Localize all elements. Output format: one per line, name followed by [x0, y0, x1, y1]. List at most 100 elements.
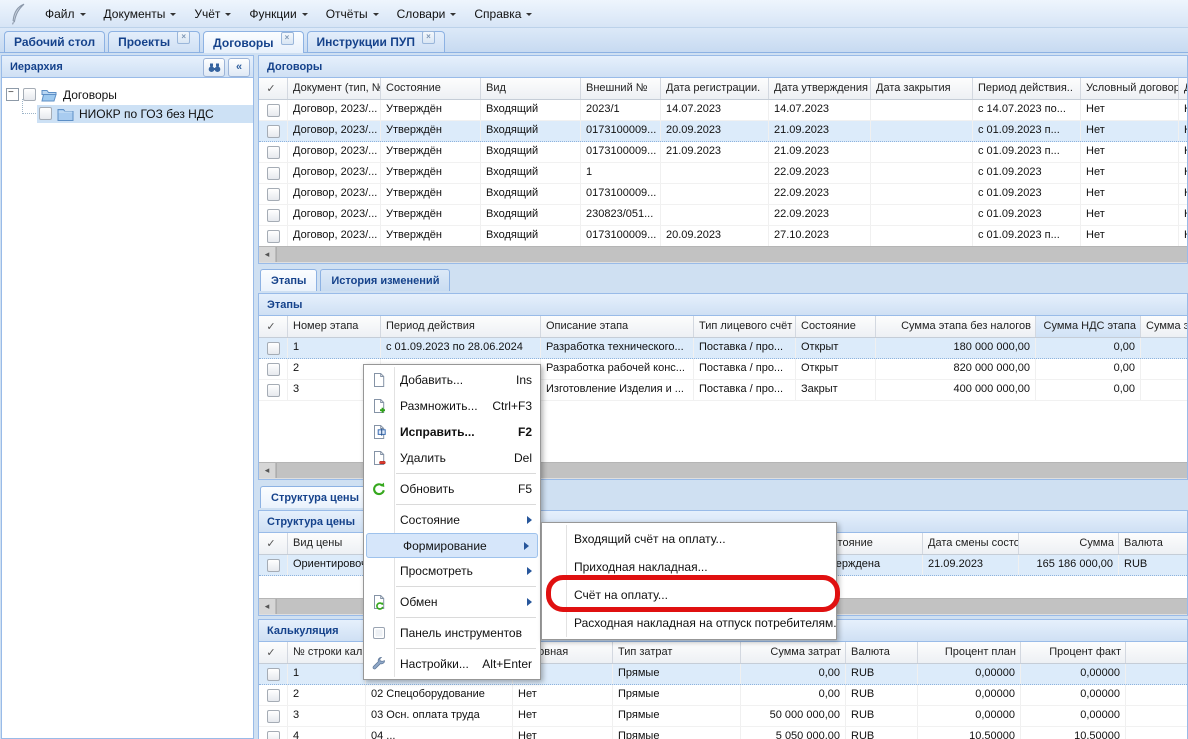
table-row[interactable]: 1с 01.09.2023 по 28.06.2024Разработка те… [259, 338, 1187, 359]
column-header[interactable]: Документ (тип, № [288, 78, 381, 99]
collapse-toggle-icon[interactable] [6, 88, 19, 101]
column-header[interactable]: Дата регистрации. [661, 78, 769, 99]
table-row[interactable]: 303 Осн. оплата трудаНетПрямые50 000 000… [259, 706, 1187, 727]
context-menu-item[interactable]: Формирование [366, 533, 538, 558]
menubar-item[interactable]: Учёт [185, 3, 240, 25]
table-row[interactable]: Договор, 2023/...УтверждёнВходящий017310… [259, 184, 1187, 205]
context-menu-item[interactable]: Размножить...Ctrl+F3 [364, 393, 540, 419]
context-menu-item[interactable]: Состояние [364, 507, 540, 533]
horizontal-scrollbar[interactable]: ◂ [259, 246, 1187, 263]
row-checkbox[interactable] [267, 559, 280, 572]
column-header[interactable]: Дата утверждения [769, 78, 871, 99]
row-checkbox[interactable] [267, 689, 280, 702]
row-checkbox[interactable] [267, 384, 280, 397]
menubar-item[interactable]: Файл [36, 3, 95, 25]
column-header[interactable]: Вид [481, 78, 581, 99]
menubar-item[interactable]: Справка [465, 3, 541, 25]
context-menu-item[interactable]: Обмен [364, 589, 540, 615]
section-tab[interactable]: Этапы [260, 269, 317, 291]
column-header[interactable]: Тип затрат [613, 642, 741, 663]
row-checkbox[interactable] [267, 209, 280, 222]
menubar-item[interactable]: Словари [388, 3, 466, 25]
column-header[interactable]: Дата закрытия [871, 78, 973, 99]
column-header[interactable]: Процент план [918, 642, 1021, 663]
column-header[interactable]: Сумма [1019, 533, 1119, 554]
column-header[interactable]: До [1179, 78, 1187, 99]
row-checkbox[interactable] [267, 188, 280, 201]
tab-close-icon[interactable]: × [281, 32, 294, 45]
row-checkbox[interactable] [267, 104, 280, 117]
row-checkbox[interactable] [267, 668, 280, 681]
row-checkbox[interactable] [267, 125, 280, 138]
submenu-item[interactable]: Входящий счёт на оплату... [542, 525, 836, 553]
table-row[interactable]: Договор, 2023/...УтверждёнВходящий122.09… [259, 163, 1187, 184]
row-checkbox[interactable] [267, 342, 280, 355]
main-tab[interactable]: Договоры× [203, 31, 303, 53]
tree-checkbox[interactable] [39, 107, 52, 120]
column-header[interactable]: ✓ [259, 316, 288, 337]
scroll-left-arrow-icon[interactable]: ◂ [259, 463, 276, 478]
column-header[interactable] [1126, 642, 1187, 663]
row-checkbox[interactable] [267, 710, 280, 723]
tree-node-child[interactable]: НИОКР по ГОЗ без НДС [6, 104, 253, 123]
scrollbar-thumb[interactable] [276, 247, 1187, 262]
column-header[interactable]: № строки кальк... [288, 642, 366, 663]
column-header[interactable]: Процент факт [1021, 642, 1126, 663]
search-binoculars-button[interactable] [203, 58, 225, 77]
menubar-item[interactable]: Отчёты [317, 3, 388, 25]
tree-node-selected[interactable]: НИОКР по ГОЗ без НДС [37, 105, 253, 123]
column-header[interactable]: Сумма затрат [741, 642, 846, 663]
column-header[interactable]: Номер этапа [288, 316, 381, 337]
table-row[interactable]: 202 СпецоборудованиеНетПрямые0,00RUB0,00… [259, 685, 1187, 706]
row-checkbox[interactable] [267, 167, 280, 180]
context-menu-item[interactable]: Настройки...Alt+Enter [364, 651, 540, 677]
context-menu-item[interactable]: ОбновитьF5 [364, 476, 540, 502]
table-row[interactable]: Договор, 2023/...УтверждёнВходящий017310… [259, 121, 1187, 142]
row-checkbox[interactable] [267, 146, 280, 159]
row-checkbox[interactable] [267, 731, 280, 739]
column-header[interactable]: Сумма НДС этапа [1036, 316, 1141, 337]
column-header[interactable]: Состояние [381, 78, 481, 99]
context-menu-item[interactable]: Панель инструментов [364, 620, 540, 646]
column-header[interactable]: Период действия.. [973, 78, 1081, 99]
column-header[interactable]: Сумма этапа без налогов [876, 316, 1036, 337]
column-header[interactable]: Валюта [846, 642, 918, 663]
main-tab[interactable]: Инструкции ПУП× [307, 31, 445, 52]
scroll-left-arrow-icon[interactable]: ◂ [259, 247, 276, 262]
column-header[interactable]: Тип лицевого счёт [694, 316, 796, 337]
submenu-item[interactable]: Расходная накладная на отпуск потребител… [542, 609, 836, 637]
column-header[interactable]: Состояние [796, 316, 876, 337]
menubar-item[interactable]: Функции [240, 3, 316, 25]
column-header[interactable]: Валюта [1119, 533, 1187, 554]
collapse-panel-button[interactable]: « [228, 58, 250, 77]
column-header[interactable]: Внешний № [581, 78, 661, 99]
table-row[interactable]: Договор, 2023/...УтверждёнВходящий017310… [259, 142, 1187, 163]
main-tab[interactable]: Проекты× [108, 31, 200, 52]
tab-close-icon[interactable]: × [422, 31, 435, 44]
column-header[interactable]: Период действия [381, 316, 541, 337]
column-header[interactable]: ✓ [259, 78, 288, 99]
column-header[interactable]: Сумма эт [1141, 316, 1187, 337]
column-header[interactable]: Условный договор [1081, 78, 1179, 99]
main-tab[interactable]: Рабочий стол [4, 31, 105, 52]
context-menu-item[interactable]: Добавить...Ins [364, 367, 540, 393]
scroll-left-arrow-icon[interactable]: ◂ [259, 599, 276, 614]
table-row[interactable]: 404 ...НетПрямые5 050 000,00RUB10,500001… [259, 727, 1187, 739]
tree-node-root[interactable]: Договоры [6, 85, 253, 104]
table-row[interactable]: Договор, 2023/...УтверждёнВходящий017310… [259, 226, 1187, 247]
column-header[interactable]: Описание этапа [541, 316, 694, 337]
section-tab[interactable]: История изменений [320, 269, 450, 291]
tab-close-icon[interactable]: × [177, 31, 190, 44]
column-header[interactable]: ✓ [259, 533, 288, 554]
tab-price-structure[interactable]: Структура цены [260, 486, 370, 508]
menubar-item[interactable]: Документы [95, 3, 186, 25]
column-header[interactable]: ✓ [259, 642, 288, 663]
context-menu-item[interactable]: Просмотреть [364, 558, 540, 584]
context-menu-item[interactable]: УдалитьDel [364, 445, 540, 471]
row-checkbox[interactable] [267, 230, 280, 243]
table-row[interactable]: Договор, 2023/...УтверждёнВходящий230823… [259, 205, 1187, 226]
context-menu-item[interactable]: Исправить...F2 [364, 419, 540, 445]
table-row[interactable]: Договор, 2023/...УтверждёнВходящий2023/1… [259, 100, 1187, 121]
row-checkbox[interactable] [267, 363, 280, 376]
column-header[interactable]: Дата смены состоя [923, 533, 1019, 554]
